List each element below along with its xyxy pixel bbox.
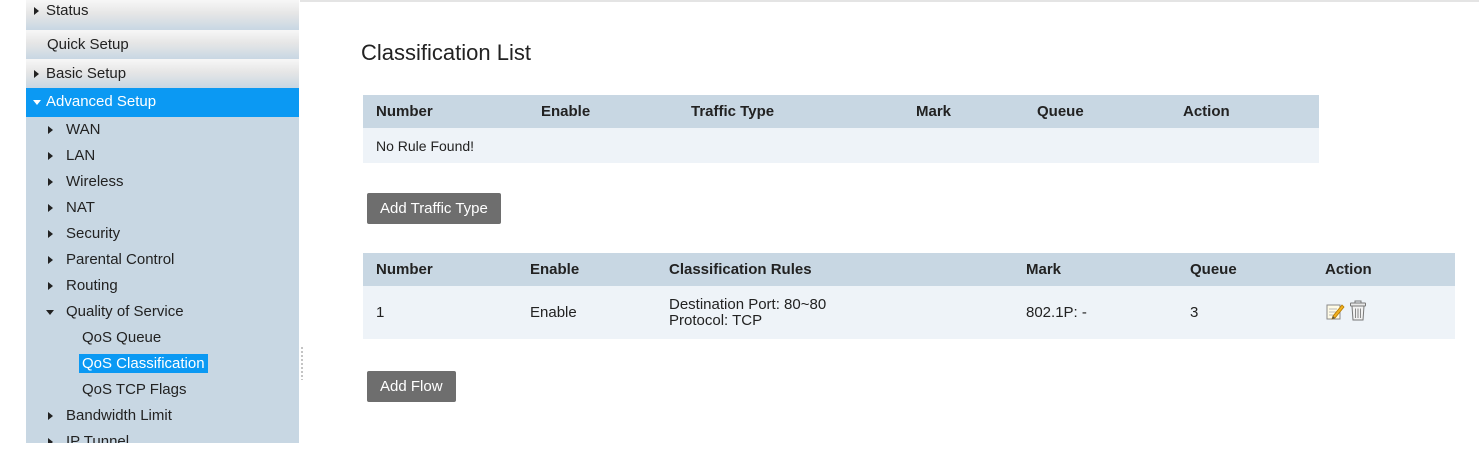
trash-icon[interactable]	[1349, 300, 1367, 326]
column-header: Action	[1312, 253, 1455, 286]
caret-right-icon	[48, 256, 53, 264]
sidebar-resize-handle[interactable]	[301, 346, 303, 380]
sidebar-item-label: Bandwidth Limit	[66, 407, 172, 424]
column-header: Classification Rules	[656, 253, 1013, 286]
column-header: Number	[363, 253, 517, 286]
traffic-type-table: Number Enable Traffic Type Mark Queue Ac…	[363, 95, 1319, 163]
caret-right-icon	[34, 69, 39, 78]
sidebar-item-status[interactable]: Status	[26, 0, 299, 30]
sidebar-item-quality-of-service[interactable]: Quality of Service	[26, 299, 299, 325]
sidebar-item-label: QoS Classification	[79, 354, 208, 373]
caret-right-icon	[48, 204, 53, 212]
sidebar-item-label: Security	[66, 225, 121, 242]
column-header: Enable	[517, 253, 656, 286]
add-flow-button[interactable]: Add Flow	[367, 371, 456, 402]
cell-classification-rules: Destination Port: 80~80 Protocol: TCP	[656, 286, 1013, 339]
caret-right-icon	[48, 178, 53, 186]
caret-right-icon	[48, 282, 53, 290]
classification-flow-table: Number Enable Classification Rules Mark …	[363, 253, 1455, 339]
column-header: Queue	[1024, 95, 1170, 128]
table-header-row: Number Enable Classification Rules Mark …	[363, 253, 1455, 286]
sidebar-item-label: Status	[46, 2, 89, 19]
sidebar-item-parental-control[interactable]: Parental Control	[26, 247, 299, 273]
sidebar-item-label: QoS Queue	[82, 329, 162, 346]
cell-number: 1	[363, 286, 517, 339]
sidebar-nav: Status Quick Setup Basic Setup Advanced …	[26, 0, 299, 443]
cell-queue: 3	[1177, 286, 1312, 339]
rule-line: Destination Port: 80~80	[669, 295, 827, 313]
sidebar-item-label: WAN	[66, 121, 101, 138]
caret-right-icon	[48, 438, 53, 443]
page-title: Classification List	[361, 40, 531, 65]
cell-mark: 802.1P: -	[1013, 286, 1177, 339]
caret-right-icon	[48, 412, 53, 420]
column-header: Action	[1170, 95, 1319, 128]
table-row: 1 Enable Destination Port: 80~80 Protoco…	[363, 286, 1455, 339]
sidebar-item-label: Quality of Service	[66, 303, 184, 320]
column-header: Enable	[528, 95, 678, 128]
caret-right-icon	[48, 126, 53, 134]
caret-right-icon	[48, 230, 53, 238]
caret-down-icon	[33, 100, 41, 105]
sidebar-item-wireless[interactable]: Wireless	[26, 169, 299, 195]
column-header: Mark	[903, 95, 1024, 128]
column-header: Mark	[1013, 253, 1177, 286]
sidebar-item-lan[interactable]: LAN	[26, 143, 299, 169]
sidebar-item-label: Advanced Setup	[46, 93, 157, 110]
column-header: Number	[363, 95, 528, 128]
sidebar-item-label: Wireless	[66, 173, 124, 190]
sidebar-item-advanced-setup[interactable]: Advanced Setup	[26, 88, 299, 117]
sidebar-item-security[interactable]: Security	[26, 221, 299, 247]
cell-action	[1312, 286, 1455, 339]
cell-enable: Enable	[517, 286, 656, 339]
sidebar-item-basic-setup[interactable]: Basic Setup	[26, 59, 299, 88]
sidebar-item-label: Parental Control	[66, 251, 175, 268]
empty-message: No Rule Found!	[363, 128, 1319, 163]
sidebar-item-label: NAT	[66, 199, 95, 216]
sidebar-item-bandwidth-limit[interactable]: Bandwidth Limit	[26, 403, 299, 429]
caret-down-icon	[46, 310, 54, 315]
sidebar-item-nat[interactable]: NAT	[26, 195, 299, 221]
caret-right-icon	[48, 152, 53, 160]
sidebar-item-label: LAN	[66, 147, 96, 164]
sidebar-item-label: IP Tunnel	[66, 433, 130, 443]
column-header: Traffic Type	[678, 95, 903, 128]
sidebar-item-qos-classification[interactable]: QoS Classification	[26, 351, 299, 377]
caret-right-icon	[34, 7, 39, 15]
sidebar-item-label: Basic Setup	[46, 65, 127, 82]
rule-line: Protocol: TCP	[669, 311, 763, 329]
top-divider	[300, 0, 1479, 2]
sidebar-item-routing[interactable]: Routing	[26, 273, 299, 299]
table-row: No Rule Found!	[363, 128, 1319, 163]
sidebar-item-label: QoS TCP Flags	[82, 381, 187, 398]
sidebar-item-qos-tcp-flags[interactable]: QoS TCP Flags	[26, 377, 299, 403]
sidebar-item-ip-tunnel[interactable]: IP Tunnel	[26, 429, 299, 443]
sidebar-item-label: Quick Setup	[47, 36, 129, 53]
add-traffic-type-button[interactable]: Add Traffic Type	[367, 193, 501, 224]
sidebar-item-quick-setup[interactable]: Quick Setup	[26, 30, 299, 59]
column-header: Queue	[1177, 253, 1312, 286]
sidebar-item-wan[interactable]: WAN	[26, 117, 299, 143]
sidebar-item-label: Routing	[66, 277, 118, 294]
table-header-row: Number Enable Traffic Type Mark Queue Ac…	[363, 95, 1319, 128]
edit-icon[interactable]	[1325, 301, 1345, 325]
sidebar-item-qos-queue[interactable]: QoS Queue	[26, 325, 299, 351]
